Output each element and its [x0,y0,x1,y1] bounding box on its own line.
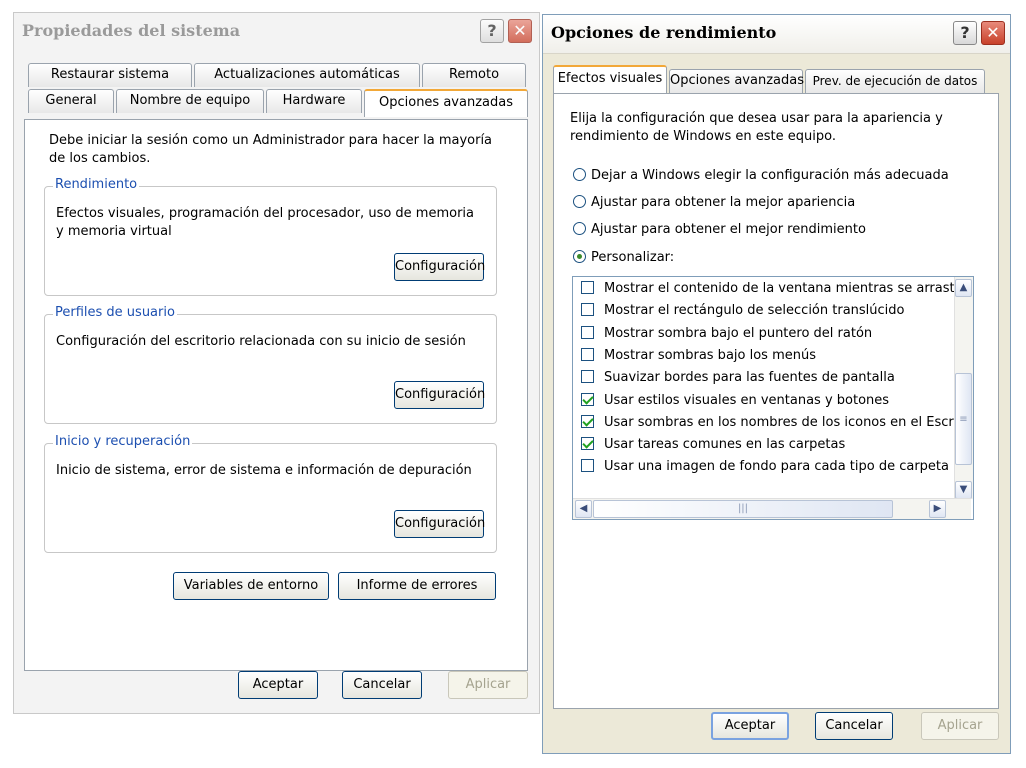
radio-label: Personalizar: [591,250,675,265]
startup-recovery-description: Inicio de sistema, error de sistema e in… [56,463,472,478]
intro-text: Elija la configuración que desea usar pa… [570,111,943,144]
env-variables-button[interactable]: Variables de entorno [173,572,329,600]
horizontal-scrollbar[interactable]: ◀ ||| ▶ [573,498,971,519]
cancel-button[interactable]: Cancelar [815,712,893,740]
user-profiles-description: Configuración del escritorio relacionada… [56,334,466,349]
tab-remoto[interactable]: Remoto [422,63,526,87]
scroll-up-icon[interactable]: ▲ [955,279,972,297]
scroll-down-icon[interactable]: ▼ [955,481,972,499]
option-item[interactable]: Mostrar sombra bajo el puntero del ratón [581,324,872,344]
tab-nombre-de-equipo[interactable]: Nombre de equipo [116,89,264,113]
radio-circle-selected[interactable] [573,250,586,263]
startup-recovery-group: Inicio y recuperación Inicio de sistema,… [44,434,497,553]
radio-best-appearance[interactable]: Ajustar para obtener la mejor apariencia [573,193,855,213]
performance-description: Efectos visuales, programación del proce… [56,206,475,239]
option-item[interactable]: Usar una imagen de fondo para cada tipo … [581,457,949,477]
radio-label: Dejar a Windows elegir la configuración … [591,168,949,183]
performance-group: Rendimiento Efectos visuales, programaci… [44,177,497,296]
horizontal-scroll-thumb[interactable]: ||| [593,500,893,518]
tab-efectos-visuales[interactable]: Efectos visuales [553,65,667,93]
apply-button[interactable]: Aplicar [921,712,999,740]
tab-opciones-avanzadas[interactable]: Opciones avanzadas [364,89,528,117]
startup-recovery-label: Inicio y recuperación [53,434,193,449]
option-label: Mostrar sombras bajo los menús [604,347,816,363]
radio-label: Ajustar para obtener la mejor apariencia [591,195,856,210]
option-label: Mostrar el contenido de la ventana mient… [604,281,968,296]
option-label: Suavizar bordes para las fuentes de pant… [604,370,895,386]
visual-effects-panel: Elija la configuración que desea usar pa… [553,93,999,709]
option-item[interactable]: Usar sombras en los nombres de los icono… [581,413,974,433]
option-label: Usar estilos visuales en ventanas y boto… [604,392,890,408]
vertical-scroll-thumb[interactable]: ≡ [955,373,972,465]
window-title: Propiedades del sistema [22,21,241,40]
option-label: Usar una imagen de fondo para cada tipo … [604,459,949,475]
radio-custom[interactable]: Personalizar: [573,248,674,268]
checkbox-unchecked[interactable] [581,370,594,384]
checkbox-checked[interactable] [581,414,594,428]
radio-circle[interactable] [573,222,586,235]
radio-best-performance[interactable]: Ajustar para obtener el mejor rendimient… [573,220,866,240]
option-label: Usar sombras en los nombres de los icono… [604,414,974,430]
cancel-button[interactable]: Cancelar [342,671,422,699]
performance-options-titlebar[interactable]: Opciones de rendimiento ? ✕ [543,15,1010,54]
help-icon[interactable]: ? [953,21,977,45]
checkbox-unchecked[interactable] [581,459,594,473]
checkbox-checked[interactable] [581,392,594,406]
ok-button[interactable]: Aceptar [238,671,318,699]
checkbox-unchecked[interactable] [581,303,594,317]
tab-opciones-avanzadas[interactable]: Opciones avanzadas [669,69,804,93]
help-icon[interactable]: ? [480,19,504,43]
admin-notice: Debe iniciar la sesión como un Administr… [49,133,493,166]
user-profiles-group: Perfiles de usuario Configuración del es… [44,305,497,424]
option-item[interactable]: Usar estilos visuales en ventanas y boto… [581,391,889,411]
checkbox-unchecked[interactable] [581,281,594,294]
checkbox-unchecked[interactable] [581,347,594,361]
tab-hardware[interactable]: Hardware [266,89,362,113]
scroll-left-icon[interactable]: ◀ [575,500,592,518]
tab-prevencion-ejecucion-datos[interactable]: Prev. de ejecución de datos [805,69,985,93]
ok-button[interactable]: Aceptar [711,712,789,740]
option-item[interactable]: Usar tareas comunes en las carpetas [581,435,845,455]
radio-label: Ajustar para obtener el mejor rendimient… [591,222,866,237]
window-title: Opciones de rendimiento [551,23,777,42]
tab-general[interactable]: General [28,89,114,113]
checkbox-unchecked[interactable] [581,325,594,339]
option-label: Usar tareas comunes en las carpetas [604,437,846,453]
apply-button[interactable]: Aplicar [448,671,528,699]
option-label: Mostrar sombra bajo el puntero del ratón [604,325,873,341]
option-item[interactable]: Suavizar bordes para las fuentes de pant… [581,368,895,388]
performance-label: Rendimiento [53,177,140,192]
tab-restaurar-sistema[interactable]: Restaurar sistema [28,63,192,87]
system-properties-titlebar[interactable]: Propiedades del sistema ? ✕ [14,13,539,51]
vertical-scrollbar[interactable]: ▲ ≡ ▼ [954,277,973,499]
close-icon[interactable]: ✕ [508,19,532,43]
option-item[interactable]: Mostrar el contenido de la ventana mient… [581,279,968,299]
system-properties-window: Propiedades del sistema ? ✕ Restaurar si… [13,12,540,714]
option-label: Mostrar el rectángulo de selección trans… [604,303,905,319]
error-report-button[interactable]: Informe de errores [338,572,496,600]
user-profiles-label: Perfiles de usuario [53,305,177,320]
tab-actualizaciones-automaticas[interactable]: Actualizaciones automáticas [194,63,420,87]
radio-circle[interactable] [573,168,586,181]
startup-recovery-settings-button[interactable]: Configuración [394,510,485,538]
checkbox-checked[interactable] [581,437,594,451]
close-icon[interactable]: ✕ [981,21,1005,45]
performance-options-window: Opciones de rendimiento ? ✕ Efectos visu… [542,14,1011,754]
performance-settings-button[interactable]: Configuración [394,253,485,281]
visual-effects-list[interactable]: Mostrar el contenido de la ventana mient… [572,276,974,520]
user-profiles-settings-button[interactable]: Configuración [394,381,485,409]
option-item[interactable]: Mostrar el rectángulo de selección trans… [581,301,905,321]
radio-circle[interactable] [573,195,586,208]
radio-let-windows-choose[interactable]: Dejar a Windows elegir la configuración … [573,166,949,186]
scroll-right-icon[interactable]: ▶ [929,500,946,518]
option-item[interactable]: Mostrar sombras bajo los menús [581,346,816,366]
advanced-options-panel: Debe iniciar la sesión como un Administr… [24,119,528,671]
